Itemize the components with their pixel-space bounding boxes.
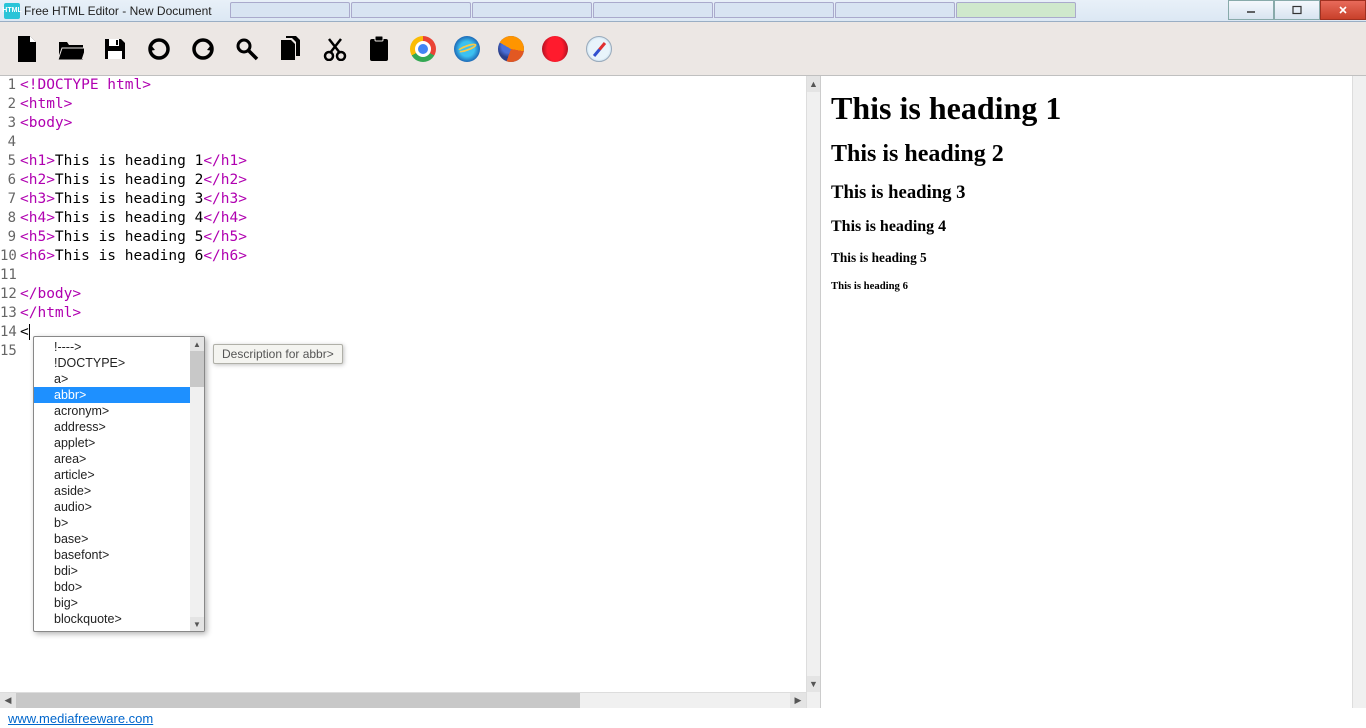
autocomplete-item[interactable]: !----> bbox=[34, 339, 190, 355]
autocomplete-item[interactable]: big> bbox=[34, 595, 190, 611]
autocomplete-popup[interactable]: !---->!DOCTYPE>a>abbr>acronym>address>ap… bbox=[33, 336, 205, 632]
scroll-right-arrow-icon[interactable]: ▶ bbox=[790, 693, 806, 708]
scroll-thumb[interactable] bbox=[190, 351, 204, 387]
autocomplete-item[interactable]: base> bbox=[34, 531, 190, 547]
line-number: 8 bbox=[0, 209, 16, 228]
preview-h4: This is heading 4 bbox=[831, 218, 1356, 236]
text-cursor bbox=[29, 324, 30, 340]
autocomplete-tooltip: Description for abbr> bbox=[213, 344, 343, 364]
autocomplete-item[interactable]: aside> bbox=[34, 483, 190, 499]
scroll-up-arrow-icon[interactable]: ▲ bbox=[807, 76, 820, 92]
code-line[interactable]: <h1>This is heading 1</h1> bbox=[20, 152, 806, 171]
autocomplete-item[interactable]: address> bbox=[34, 419, 190, 435]
new-file-button[interactable] bbox=[14, 36, 40, 62]
footer-link[interactable]: www.mediafreeware.com bbox=[8, 711, 153, 726]
scroll-down-arrow-icon[interactable]: ▼ bbox=[190, 617, 204, 631]
code-editor-pane[interactable]: 123456789101112131415 <!DOCTYPE html><ht… bbox=[0, 76, 820, 708]
copy-button[interactable] bbox=[278, 36, 304, 62]
autocomplete-item[interactable]: article> bbox=[34, 467, 190, 483]
window-title: Free HTML Editor - New Document bbox=[24, 4, 212, 18]
minimize-button[interactable] bbox=[1228, 0, 1274, 20]
preview-h5: This is heading 5 bbox=[831, 250, 1356, 266]
line-number: 12 bbox=[0, 285, 16, 304]
scroll-left-arrow-icon[interactable]: ◀ bbox=[0, 693, 16, 708]
line-number: 11 bbox=[0, 266, 16, 285]
editor-vertical-scrollbar[interactable]: ▲ ▼ bbox=[806, 76, 820, 708]
preview-h6: This is heading 6 bbox=[831, 280, 1356, 292]
scroll-up-arrow-icon[interactable]: ▲ bbox=[190, 337, 204, 351]
autocomplete-item[interactable]: area> bbox=[34, 451, 190, 467]
code-line[interactable]: <h3>This is heading 3</h3> bbox=[20, 190, 806, 209]
code-content[interactable]: <!DOCTYPE html><html><body> <h1>This is … bbox=[20, 76, 806, 361]
cut-button[interactable] bbox=[322, 36, 348, 62]
line-number: 2 bbox=[0, 95, 16, 114]
line-number: 9 bbox=[0, 228, 16, 247]
autocomplete-item[interactable]: basefont> bbox=[34, 547, 190, 563]
scroll-down-arrow-icon[interactable]: ▼ bbox=[807, 676, 820, 692]
code-line[interactable]: <h5>This is heading 5</h5> bbox=[20, 228, 806, 247]
toolbar bbox=[0, 22, 1366, 76]
footer: www.mediafreeware.com bbox=[0, 708, 1366, 728]
background-window-tabs bbox=[230, 2, 1076, 18]
redo-button[interactable] bbox=[190, 36, 216, 62]
firefox-preview-button[interactable] bbox=[498, 36, 524, 62]
line-number: 1 bbox=[0, 76, 16, 95]
scroll-thumb[interactable] bbox=[16, 693, 580, 708]
code-line[interactable]: <h4>This is heading 4</h4> bbox=[20, 209, 806, 228]
main-area: 123456789101112131415 <!DOCTYPE html><ht… bbox=[0, 76, 1366, 708]
autocomplete-item[interactable]: bdi> bbox=[34, 563, 190, 579]
paste-button[interactable] bbox=[366, 36, 392, 62]
save-button[interactable] bbox=[102, 36, 128, 62]
preview-h3: This is heading 3 bbox=[831, 182, 1356, 204]
autocomplete-list: !---->!DOCTYPE>a>abbr>acronym>address>ap… bbox=[34, 337, 190, 631]
undo-button[interactable] bbox=[146, 36, 172, 62]
autocomplete-item[interactable]: !DOCTYPE> bbox=[34, 355, 190, 371]
line-number: 6 bbox=[0, 171, 16, 190]
preview-vertical-scrollbar[interactable] bbox=[1352, 76, 1366, 708]
code-line[interactable]: <html> bbox=[20, 95, 806, 114]
line-number: 13 bbox=[0, 304, 16, 323]
autocomplete-item[interactable]: audio> bbox=[34, 499, 190, 515]
autocomplete-item[interactable]: blockquote> bbox=[34, 611, 190, 627]
code-line[interactable] bbox=[20, 266, 806, 285]
preview-pane: This is heading 1 This is heading 2 This… bbox=[820, 76, 1366, 708]
line-number: 3 bbox=[0, 114, 16, 133]
code-line[interactable]: <h2>This is heading 2</h2> bbox=[20, 171, 806, 190]
line-number: 10 bbox=[0, 247, 16, 266]
app-icon: HTML bbox=[4, 3, 20, 19]
chrome-preview-button[interactable] bbox=[410, 36, 436, 62]
code-line[interactable] bbox=[20, 133, 806, 152]
autocomplete-scrollbar[interactable]: ▲ ▼ bbox=[190, 337, 204, 631]
autocomplete-item[interactable]: a> bbox=[34, 371, 190, 387]
open-file-button[interactable] bbox=[58, 36, 84, 62]
safari-preview-button[interactable] bbox=[586, 36, 612, 62]
code-line[interactable]: <!DOCTYPE html> bbox=[20, 76, 806, 95]
search-button[interactable] bbox=[234, 36, 260, 62]
window-titlebar: HTML Free HTML Editor - New Document bbox=[0, 0, 1366, 22]
code-line[interactable]: <h6>This is heading 6</h6> bbox=[20, 247, 806, 266]
code-line[interactable]: </html> bbox=[20, 304, 806, 323]
autocomplete-item[interactable]: applet> bbox=[34, 435, 190, 451]
line-number: 7 bbox=[0, 190, 16, 209]
close-button[interactable] bbox=[1320, 0, 1366, 20]
preview-h2: This is heading 2 bbox=[831, 141, 1356, 168]
editor-horizontal-scrollbar[interactable]: ◀ ▶ bbox=[0, 692, 806, 708]
line-number: 15 bbox=[0, 342, 16, 361]
autocomplete-item[interactable]: abbr> bbox=[34, 387, 190, 403]
line-number: 4 bbox=[0, 133, 16, 152]
ie-preview-button[interactable] bbox=[454, 36, 480, 62]
maximize-button[interactable] bbox=[1274, 0, 1320, 20]
opera-preview-button[interactable] bbox=[542, 36, 568, 62]
window-controls bbox=[1228, 0, 1366, 20]
code-line[interactable]: <body> bbox=[20, 114, 806, 133]
autocomplete-item[interactable]: acronym> bbox=[34, 403, 190, 419]
line-number-gutter: 123456789101112131415 bbox=[0, 76, 18, 361]
autocomplete-item[interactable]: bdo> bbox=[34, 579, 190, 595]
autocomplete-item[interactable]: b> bbox=[34, 515, 190, 531]
code-line[interactable]: </body> bbox=[20, 285, 806, 304]
preview-h1: This is heading 1 bbox=[831, 90, 1356, 127]
line-number: 14 bbox=[0, 323, 16, 342]
line-number: 5 bbox=[0, 152, 16, 171]
